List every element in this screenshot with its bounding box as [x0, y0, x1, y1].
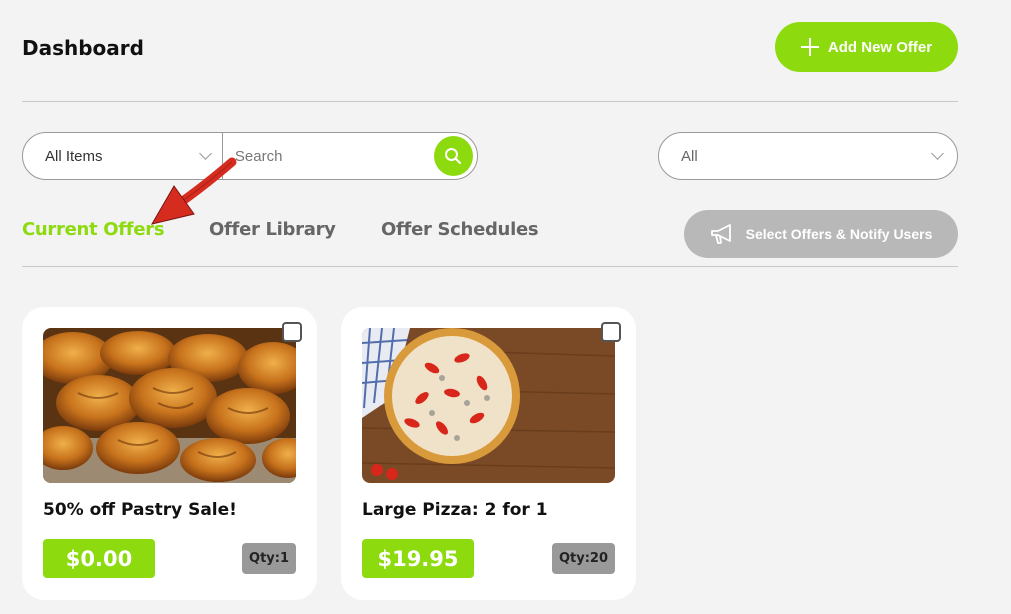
- offer-select-checkbox[interactable]: [282, 322, 302, 342]
- header-divider: [22, 101, 958, 102]
- status-select[interactable]: All: [658, 132, 958, 180]
- croissants-image: [43, 328, 296, 483]
- offer-price: $19.95: [362, 539, 474, 578]
- tab-offer-schedules[interactable]: Offer Schedules: [381, 219, 539, 240]
- search-input[interactable]: [222, 133, 434, 179]
- pizza-image: [362, 328, 615, 483]
- notify-users-label: Select Offers & Notify Users: [745, 226, 933, 242]
- offer-card[interactable]: 50% off Pastry Sale! $0.00 Qty:1: [22, 307, 317, 600]
- offer-card[interactable]: Large Pizza: 2 for 1 $19.95 Qty:20: [341, 307, 636, 600]
- tab-current-offers[interactable]: Current Offers: [22, 219, 165, 240]
- page-title: Dashboard: [22, 36, 144, 60]
- status-select-value: All: [681, 147, 698, 165]
- offer-qty-badge: Qty:20: [551, 543, 615, 574]
- tab-offer-library[interactable]: Offer Library: [209, 219, 336, 240]
- chevron-down-icon: [931, 147, 944, 160]
- offer-price: $0.00: [43, 539, 155, 578]
- megaphone-icon: [710, 224, 731, 244]
- add-new-offer-button[interactable]: Add New Offer: [775, 22, 958, 72]
- items-select-value: All Items: [45, 147, 103, 165]
- add-new-offer-label: Add New Offer: [827, 38, 933, 56]
- search-icon: [445, 148, 462, 164]
- offer-title: Large Pizza: 2 for 1: [362, 500, 548, 520]
- notify-users-button[interactable]: Select Offers & Notify Users: [684, 210, 958, 258]
- offer-qty-badge: Qty:1: [242, 543, 296, 574]
- page-header: Dashboard Add New Offer: [22, 20, 958, 72]
- offer-select-checkbox[interactable]: [601, 322, 621, 342]
- tabs-divider: [22, 266, 958, 267]
- offer-title: 50% off Pastry Sale!: [43, 500, 237, 520]
- search-button[interactable]: [433, 136, 473, 176]
- plus-icon: [800, 38, 819, 56]
- filter-search-group: All Items: [22, 132, 478, 180]
